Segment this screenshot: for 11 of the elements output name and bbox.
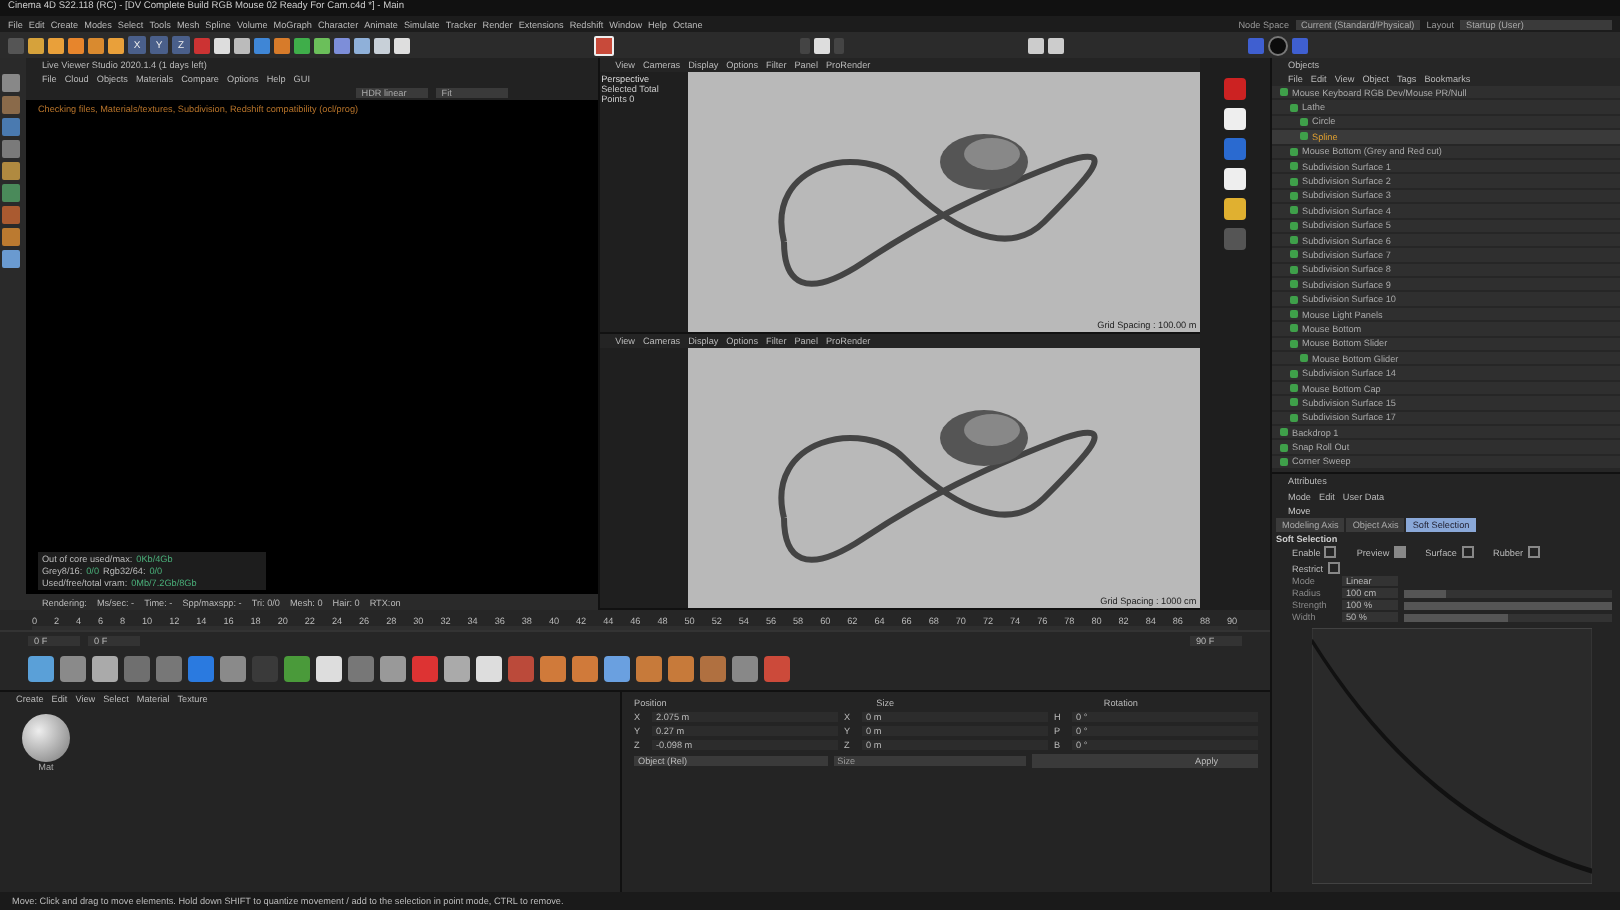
checkbox[interactable] — [1324, 546, 1337, 558]
checkbox[interactable] — [1461, 546, 1473, 558]
checkbox[interactable] — [1393, 546, 1406, 558]
checkbox[interactable] — [1527, 546, 1540, 558]
material-ball[interactable] — [22, 714, 70, 762]
circle-icon[interactable] — [1268, 35, 1288, 55]
checkbox[interactable] — [1327, 562, 1340, 574]
slider-fill[interactable] — [1404, 613, 1508, 621]
slider-fill[interactable] — [1404, 589, 1446, 597]
record-icon[interactable] — [594, 35, 615, 55]
slider-fill[interactable] — [1404, 601, 1612, 609]
